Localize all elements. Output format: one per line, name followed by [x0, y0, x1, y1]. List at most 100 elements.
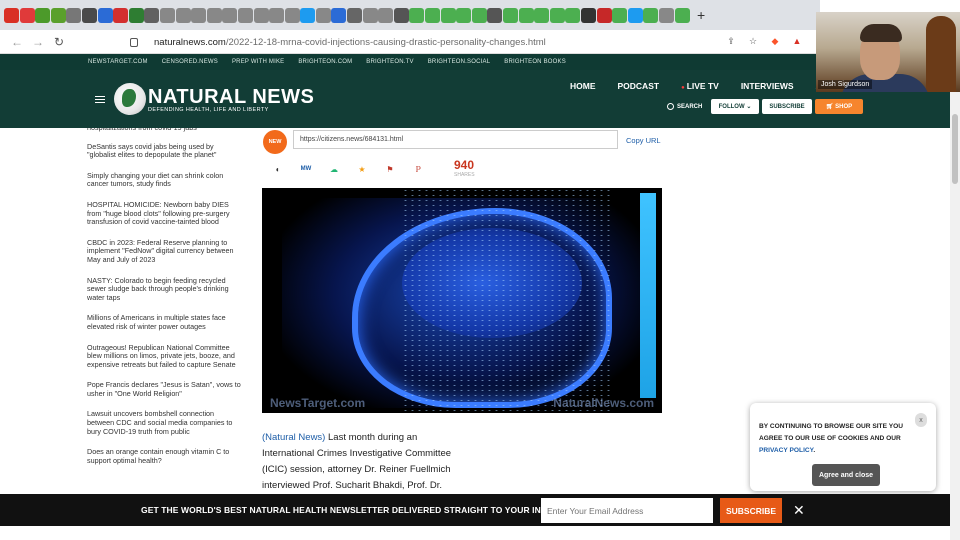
article-source-link[interactable]: (Natural News) — [262, 432, 325, 443]
leaf-icon[interactable] — [503, 7, 518, 23]
top-link[interactable]: BRIGHTEON BOOKS — [504, 59, 566, 65]
app-icon[interactable] — [144, 7, 160, 23]
top-link[interactable]: NEWSTARGET.COM — [88, 59, 148, 65]
gp-icon[interactable] — [253, 7, 269, 23]
brighteon-icon[interactable]: ◐ — [272, 164, 284, 174]
search-link[interactable]: SEARCH — [667, 103, 702, 110]
extension-icon[interactable]: ▲ — [790, 34, 804, 48]
nav-podcast[interactable]: PODCAST — [618, 81, 660, 91]
leaf-icon[interactable] — [425, 7, 441, 23]
opera-icon[interactable] — [19, 7, 35, 23]
sidebar-headline[interactable]: Lawsuit uncovers bombshell connection bet… — [87, 410, 247, 436]
share-page-icon[interactable]: ⇪ — [724, 34, 738, 48]
leaf-icon[interactable] — [534, 7, 550, 23]
twitter-icon[interactable] — [627, 7, 643, 23]
new-tab-button[interactable]: + — [694, 7, 708, 23]
app-icon[interactable] — [81, 7, 97, 23]
copy-url-link[interactable]: Copy URL — [626, 136, 661, 145]
top-link[interactable]: BRIGHTEON.TV — [366, 59, 413, 65]
share-url-field[interactable]: https://citizens.news/684131.html — [293, 130, 618, 149]
app-icon[interactable] — [331, 7, 347, 23]
play-icon[interactable] — [50, 7, 66, 23]
app-icon[interactable] — [113, 7, 129, 23]
top-link[interactable]: BRIGHTEON.COM — [298, 59, 352, 65]
globe-icon[interactable] — [393, 7, 409, 23]
leaf-icon[interactable] — [409, 7, 425, 23]
reload-icon[interactable]: ↻ — [50, 33, 68, 51]
nav-live-tv[interactable]: LIVE TV — [681, 81, 719, 91]
grid-icon[interactable] — [66, 7, 82, 23]
newsletter-email-input[interactable] — [541, 498, 713, 523]
nav-home[interactable]: HOME — [570, 81, 596, 91]
top-link[interactable]: PREP WITH MIKE — [232, 59, 284, 65]
scrollbar-thumb[interactable] — [952, 114, 958, 184]
tree-icon[interactable] — [128, 7, 144, 23]
chrome-c-icon[interactable] — [4, 7, 19, 23]
top-link[interactable]: BRIGHTEON.SOCIAL — [428, 59, 491, 65]
leaf-icon[interactable] — [643, 7, 659, 23]
sidebar-headline[interactable]: DeSantis says covid jabs being used by "g… — [87, 142, 247, 160]
gp-icon[interactable] — [159, 7, 175, 23]
hamburger-menu-icon[interactable] — [95, 96, 105, 103]
gp-icon[interactable] — [284, 7, 300, 23]
gp-icon[interactable] — [222, 7, 238, 23]
sidebar-headline[interactable]: NASTY: Colorado to begin feeding recycle… — [87, 276, 247, 303]
forward-icon[interactable]: → — [29, 33, 47, 51]
star-icon[interactable]: ★ — [356, 164, 368, 174]
agree-and-close-button[interactable]: Agree and close — [812, 464, 880, 486]
sidebar-headline[interactable]: HOSPITAL HOMICIDE: Newborn baby DIES from… — [87, 200, 247, 227]
leaf-icon[interactable] — [440, 7, 456, 23]
leaf-icon[interactable] — [612, 7, 628, 23]
logo-globe-icon[interactable] — [114, 83, 146, 115]
top-link[interactable]: CENSORED.NEWS — [162, 59, 218, 65]
subscribe-button[interactable]: SUBSCRIBE — [762, 99, 812, 114]
twitter-icon[interactable] — [300, 7, 316, 23]
gp-icon[interactable] — [175, 7, 191, 23]
url-field[interactable]: naturalnews.com/2022-12-18-mrna-covid-in… — [130, 30, 546, 54]
sidebar-headline[interactable]: Pope Francis declares "Jesus is Satan", … — [87, 381, 247, 398]
back-icon[interactable]: ← — [8, 33, 26, 51]
flag-icon[interactable]: ⚑ — [384, 164, 396, 174]
app-icon[interactable] — [97, 7, 113, 23]
sidebar-headline[interactable]: Does an orange contain enough vitamin C … — [87, 448, 247, 465]
sidebar-headline[interactable]: hospitalizations from covid-19 jabs — [87, 128, 247, 133]
mr-icon[interactable] — [362, 7, 378, 23]
app-icon[interactable] — [347, 7, 363, 23]
app-icon[interactable] — [580, 7, 596, 23]
gp-icon[interactable] — [191, 7, 207, 23]
gp-icon[interactable] — [658, 7, 674, 23]
sidebar-headline[interactable]: Outrageous! Republican National Committe… — [87, 343, 247, 370]
leaf-icon[interactable] — [471, 7, 487, 23]
leaf-icon[interactable] — [565, 7, 581, 23]
follow-button[interactable]: FOLLOW ⌄ — [711, 99, 759, 114]
privacy-policy-link[interactable]: PRIVACY POLICY — [759, 447, 813, 454]
leaf-icon[interactable] — [549, 7, 565, 23]
app-icon[interactable] — [596, 7, 612, 23]
gp-icon[interactable] — [206, 7, 222, 23]
leaf-icon[interactable] — [518, 7, 534, 23]
gp-icon[interactable] — [269, 7, 285, 23]
sidebar-headline-line: support optimal health? — [87, 455, 162, 465]
cookie-message: BY CONTINUING TO BROWSE OUR SITE YOU AGR… — [759, 423, 903, 442]
bookmark-star-icon[interactable]: ☆ — [746, 34, 760, 48]
nav-interviews[interactable]: INTERVIEWS — [741, 81, 794, 91]
app-icon[interactable] — [487, 7, 503, 23]
mewe-icon[interactable]: MW — [300, 164, 312, 174]
site-logo-text[interactable]: NATURAL NEWS — [148, 86, 314, 109]
newsletter-subscribe-button[interactable]: SUBSCRIBE — [720, 498, 782, 523]
brave-shield-icon[interactable]: ◆ — [768, 34, 782, 48]
page-scrollbar[interactable] — [950, 54, 960, 540]
parler-icon[interactable]: ℙ — [412, 164, 424, 174]
leaf-icon[interactable] — [456, 7, 472, 23]
mr-icon[interactable] — [378, 7, 394, 23]
gp-icon[interactable] — [237, 7, 253, 23]
shop-button[interactable]: 🛒︎ SHOP — [815, 99, 863, 114]
gab-icon[interactable]: ☁ — [328, 164, 340, 174]
close-icon[interactable]: ✕ — [793, 502, 805, 519]
play-icon[interactable] — [35, 7, 51, 23]
leaf-icon[interactable] — [674, 7, 690, 23]
app-icon[interactable] — [315, 7, 331, 23]
sidebar-headline[interactable]: CBDC in 2023: Federal Reserve planning t… — [87, 238, 247, 265]
sidebar-headline[interactable]: Simply changing your diet can shrink col… — [87, 171, 247, 189]
sidebar-headline[interactable]: Millions of Americans in multiple states… — [87, 314, 247, 331]
